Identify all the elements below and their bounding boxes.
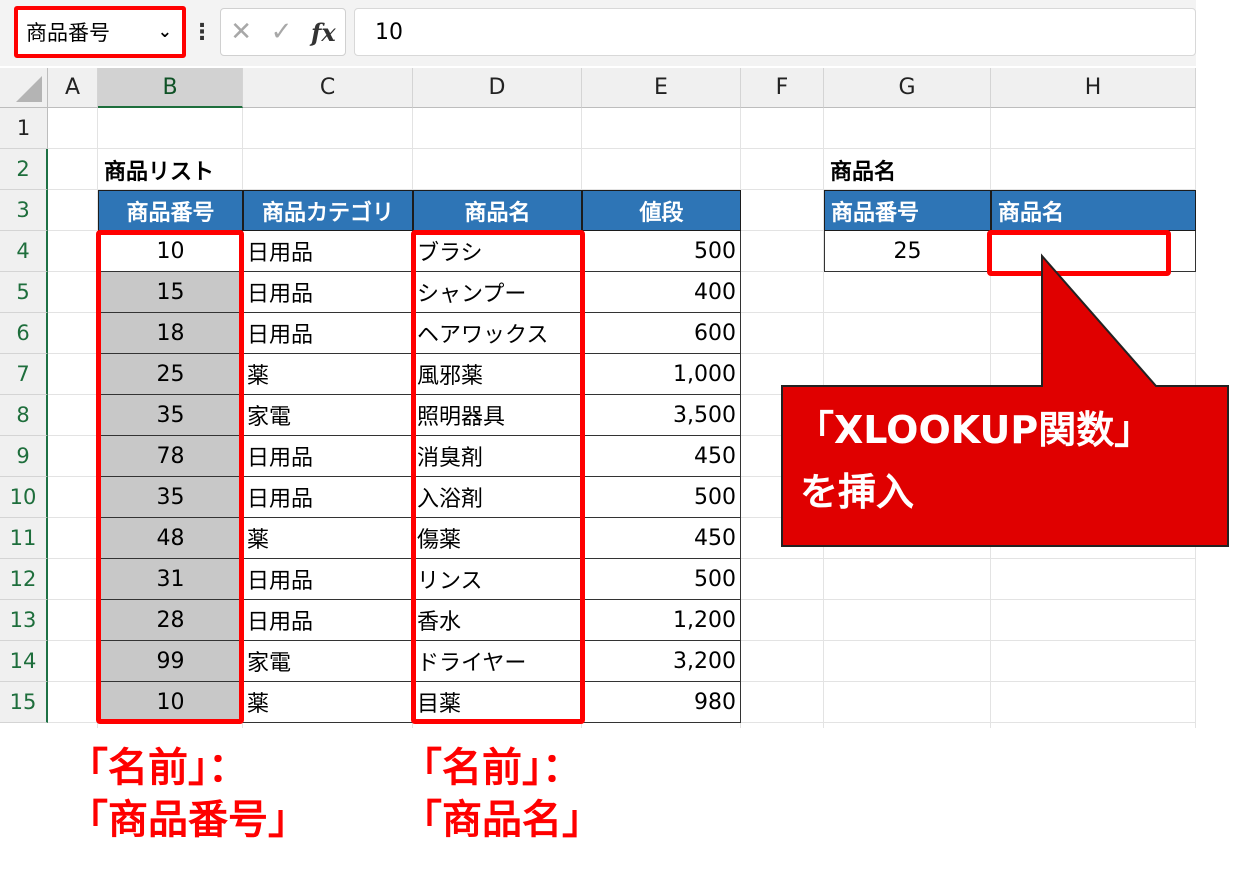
callout-line-1: 「XLOOKUP関数」: [796, 408, 1153, 452]
callout-line-2: を挿入: [800, 470, 915, 514]
note-right-line-2: 「商品名」: [402, 797, 602, 843]
note-left-line-2: 「商品番号」: [68, 797, 308, 843]
note-right-line-1: 「名前」：: [402, 745, 582, 791]
note-left-line-1: 「名前」：: [68, 745, 248, 791]
